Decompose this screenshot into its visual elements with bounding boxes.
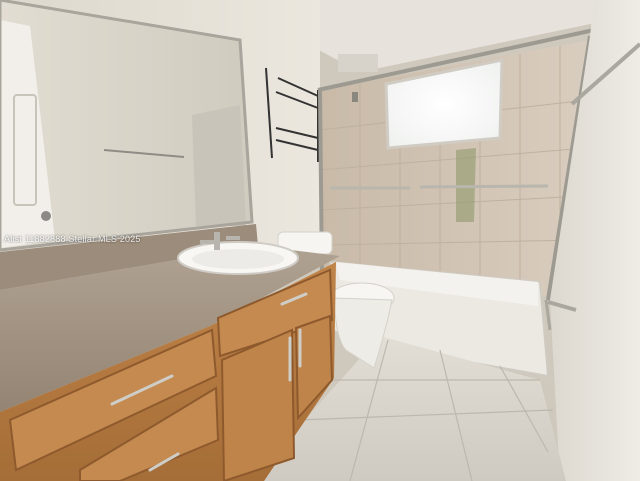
shower-door-handle-right — [419, 184, 549, 189]
bathroom-photo: Alist 11882888 Stellar MLS 2025 — [0, 0, 640, 481]
ceiling-vent — [338, 54, 378, 72]
door-knob-reflection — [41, 211, 51, 221]
shower-head — [352, 92, 358, 102]
mirror-doorway-reflection — [192, 105, 246, 226]
window-foliage-reflection — [456, 148, 476, 222]
watermark-text: Alist 11882888 Stellar MLS 2025 — [4, 234, 141, 244]
